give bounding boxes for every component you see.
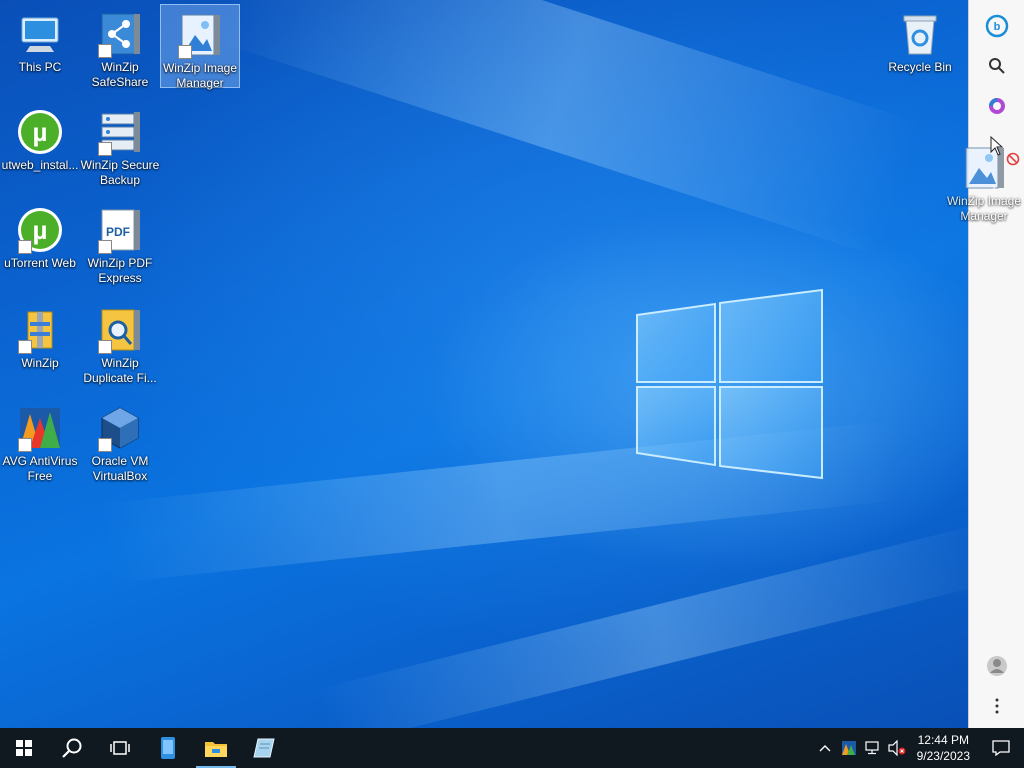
desktop-icon-recycle-bin[interactable]: Recycle Bin <box>880 4 960 88</box>
shortcut-arrow-icon <box>18 240 32 254</box>
notification-icon <box>992 740 1010 756</box>
desktop-icon-this-pc[interactable]: This PC <box>0 4 80 88</box>
desktop-icon-oracle-virtualbox[interactable]: Oracle VM VirtualBox <box>80 398 160 483</box>
avg-antivirus-icon <box>16 404 64 452</box>
cursor-icon <box>990 135 1004 161</box>
shortcut-arrow-icon <box>178 45 192 59</box>
icon-label: WinZip <box>21 356 59 370</box>
winzip-icon <box>16 306 64 354</box>
shortcut-arrow-icon <box>18 340 32 354</box>
notepad-button[interactable] <box>240 728 288 768</box>
clock-time: 12:44 PM <box>917 733 969 747</box>
start-button[interactable] <box>0 728 48 768</box>
drag-ghost: + WinZip Image Manager <box>944 135 1024 224</box>
office-icon[interactable] <box>983 92 1011 120</box>
taskbar-app-button[interactable] <box>144 728 192 768</box>
light-beam <box>212 0 922 257</box>
winzip-safeshare-icon <box>96 10 144 58</box>
winzip-image-manager-icon <box>176 11 224 59</box>
volume-button[interactable] <box>885 728 909 768</box>
bing-icon[interactable]: b <box>983 12 1011 40</box>
desktop-icon-winzip-safeshare[interactable]: WinZip SafeShare <box>80 4 160 89</box>
winzip-pdf-express-icon: PDF <box>96 206 144 254</box>
tray-app-button[interactable] <box>837 728 861 768</box>
svg-text:b: b <box>994 21 1001 33</box>
desktop-icon-winzip-duplicate-finder[interactable]: WinZip Duplicate Fi... <box>80 300 160 385</box>
network-icon <box>865 741 879 755</box>
icon-label: WinZip Secure Backup <box>80 158 160 187</box>
system-tray: 12:44 PM 9/23/2023 <box>813 728 1024 768</box>
desktop-icon-winzip-secure-backup[interactable]: WinZip Secure Backup <box>80 102 160 187</box>
no-drop-icon <box>1006 152 1020 171</box>
windows-logo-icon <box>636 288 823 480</box>
desktop-icon-utorrent-web[interactable]: µ uTorrent Web <box>0 200 80 284</box>
icon-label: uTorrent Web <box>4 256 76 270</box>
start-icon <box>16 740 32 756</box>
taskbar-search-button[interactable] <box>48 728 96 768</box>
desktop-icon-winzip[interactable]: WinZip <box>0 300 80 384</box>
chevron-up-icon <box>819 745 831 752</box>
shortcut-arrow-icon <box>98 44 112 58</box>
winzip-duplicate-finder-icon <box>96 306 144 354</box>
icon-label: WinZip Image Manager <box>162 61 238 90</box>
taskbar-clock[interactable]: 12:44 PM 9/23/2023 <box>909 732 978 764</box>
winzip-secure-backup-icon <box>96 108 144 156</box>
desktop-icon-utweb-installer[interactable]: µ utweb_instal... <box>0 102 80 186</box>
tray-app-icon <box>841 741 856 755</box>
icon-label: utweb_instal... <box>1 158 79 172</box>
shortcut-arrow-icon <box>18 438 32 452</box>
app-icon <box>161 737 175 759</box>
search-icon[interactable] <box>983 52 1011 80</box>
svg-text:µ: µ <box>33 117 48 147</box>
file-explorer-icon <box>205 742 227 757</box>
profile-icon[interactable] <box>983 652 1011 680</box>
icon-label: WinZip Duplicate Fi... <box>83 356 157 385</box>
utorrent-installer-icon: µ <box>16 108 64 156</box>
icon-label: This PC <box>18 60 62 74</box>
shortcut-arrow-icon <box>98 142 112 156</box>
desktop[interactable]: This PC µ utweb_instal... µ uTorrent Web <box>0 0 968 728</box>
icon-label: WinZip PDF Express <box>87 256 153 285</box>
network-button[interactable] <box>861 728 885 768</box>
taskbar: 12:44 PM 9/23/2023 <box>0 728 1024 768</box>
notifications-button[interactable] <box>978 728 1024 768</box>
task-view-button[interactable] <box>96 728 144 768</box>
volume-muted-icon <box>888 740 906 756</box>
show-hidden-icons-button[interactable] <box>813 728 837 768</box>
icon-label: Oracle VM VirtualBox <box>91 454 149 483</box>
icon-label: WinZip Image Manager <box>946 194 1022 223</box>
light-beam <box>313 520 968 728</box>
clock-date: 9/23/2023 <box>916 749 970 763</box>
recycle-bin-icon <box>896 10 944 58</box>
shortcut-arrow-icon <box>98 438 112 452</box>
icon-label: WinZip SafeShare <box>91 60 149 89</box>
icon-label: Recycle Bin <box>888 60 952 74</box>
edge-sidebar: b <box>968 0 1024 728</box>
desktop-icon-winzip-pdf-express[interactable]: PDF WinZip PDF Express <box>80 200 160 285</box>
icon-label: AVG AntiVirus Free <box>2 454 78 483</box>
this-pc-icon <box>16 10 64 58</box>
utorrent-web-icon: µ <box>16 206 64 254</box>
task-view-icon <box>110 741 130 755</box>
virtualbox-icon <box>96 404 144 452</box>
desktop-icon-avg-antivirus[interactable]: AVG AntiVirus Free <box>0 398 80 483</box>
more-icon[interactable] <box>983 692 1011 720</box>
file-explorer-button[interactable] <box>192 728 240 768</box>
svg-text:µ: µ <box>33 215 48 245</box>
notepad-icon <box>253 738 275 758</box>
desktop-icon-winzip-image-manager[interactable]: WinZip Image Manager <box>160 4 240 90</box>
search-icon <box>62 738 82 758</box>
shortcut-arrow-icon <box>98 340 112 354</box>
shortcut-arrow-icon <box>98 240 112 254</box>
svg-text:PDF: PDF <box>106 225 130 239</box>
